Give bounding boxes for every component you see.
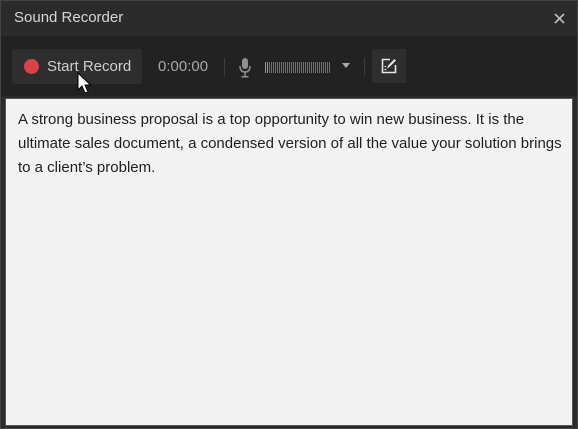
- meter-tick: [317, 62, 318, 73]
- meter-tick: [313, 62, 314, 73]
- meter-tick: [323, 62, 324, 73]
- audio-level-meter: [265, 62, 330, 73]
- meter-tick: [311, 62, 312, 73]
- meter-tick: [327, 62, 328, 73]
- meter-tick: [293, 62, 294, 73]
- close-button[interactable]: [547, 6, 571, 30]
- meter-tick: [289, 62, 290, 73]
- meter-tick: [305, 62, 306, 73]
- toolbar-divider: [364, 58, 365, 76]
- meter-tick: [265, 62, 266, 73]
- meter-tick: [299, 62, 300, 73]
- transcript-text: A strong business proposal is a top oppo…: [18, 111, 562, 176]
- meter-tick: [315, 62, 316, 73]
- meter-tick: [301, 62, 302, 73]
- meter-tick: [295, 62, 296, 73]
- meter-tick: [281, 62, 282, 73]
- meter-tick: [303, 62, 304, 73]
- toolbar-divider: [224, 58, 225, 76]
- window-title: Sound Recorder: [14, 9, 124, 26]
- meter-tick: [307, 62, 308, 73]
- mouse-pointer-icon: [77, 72, 92, 94]
- transcript-area[interactable]: A strong business proposal is a top oppo…: [5, 98, 573, 426]
- title-bar[interactable]: Sound Recorder: [1, 1, 577, 35]
- meter-tick: [269, 62, 270, 73]
- meter-tick: [287, 62, 288, 73]
- sound-recorder-window: Sound Recorder Start Record 0:00:00 A st…: [0, 0, 578, 429]
- edit-note-icon: [381, 58, 397, 74]
- meter-tick: [309, 62, 310, 73]
- meter-tick: [279, 62, 280, 73]
- close-icon: [553, 12, 565, 24]
- meter-tick: [275, 62, 276, 73]
- record-dot-icon: [24, 59, 39, 74]
- edit-note-button[interactable]: [372, 49, 406, 83]
- meter-tick: [277, 62, 278, 73]
- meter-tick: [325, 62, 326, 73]
- meter-tick: [319, 62, 320, 73]
- dropdown-arrow-icon[interactable]: [341, 59, 351, 73]
- meter-tick: [297, 62, 298, 73]
- meter-tick: [271, 62, 272, 73]
- meter-tick: [291, 62, 292, 73]
- microphone-icon[interactable]: [237, 57, 253, 79]
- meter-tick: [285, 62, 286, 73]
- meter-tick: [267, 62, 268, 73]
- meter-tick: [273, 62, 274, 73]
- meter-tick: [321, 62, 322, 73]
- meter-tick: [283, 62, 284, 73]
- recording-timer: 0:00:00: [158, 58, 209, 75]
- meter-tick: [329, 62, 330, 73]
